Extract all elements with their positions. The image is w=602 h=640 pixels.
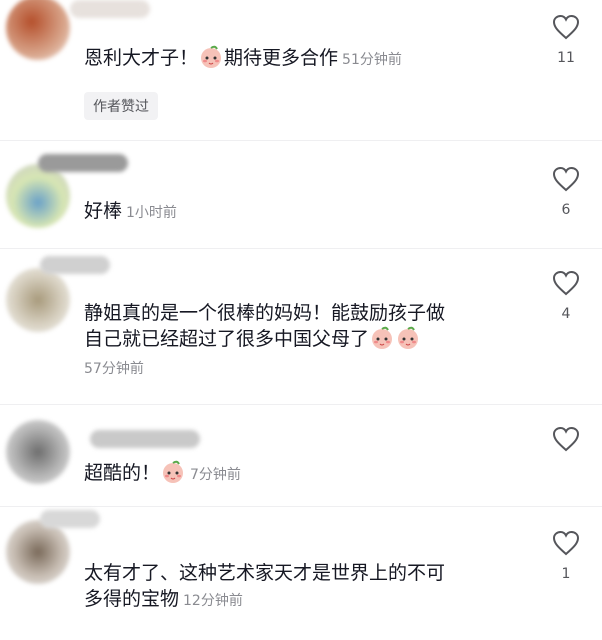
username-redacted[interactable]	[38, 154, 128, 172]
timestamp: 7分钟前	[190, 467, 241, 483]
like-button[interactable]: 6	[550, 166, 582, 218]
like-button[interactable]	[550, 426, 582, 462]
heart-icon	[552, 270, 580, 296]
avatar[interactable]	[6, 520, 70, 584]
divider	[0, 140, 602, 141]
like-count: 4	[561, 306, 571, 322]
peach-face-emoji	[372, 326, 393, 349]
timestamp: 1小时前	[126, 205, 177, 221]
username-redacted[interactable]	[70, 0, 150, 18]
like-count: 6	[561, 202, 571, 218]
author-liked-badge: 作者赞过	[84, 92, 158, 120]
divider	[0, 248, 602, 249]
username-redacted[interactable]	[40, 256, 110, 274]
comment-text: 超酷的！ 7分钟前	[84, 460, 241, 484]
divider	[0, 506, 602, 507]
avatar[interactable]	[6, 268, 70, 332]
heart-icon	[552, 530, 580, 556]
username-redacted[interactable]	[90, 430, 200, 448]
like-button[interactable]: 11	[550, 14, 582, 66]
avatar[interactable]	[6, 420, 70, 484]
heart-icon	[552, 426, 580, 452]
like-count: 1	[561, 566, 571, 582]
divider	[0, 404, 602, 405]
peach-face-emoji	[163, 460, 184, 483]
comment-text: 恩利大才子！ 期待更多合作 51分钟前	[84, 45, 402, 69]
like-button[interactable]: 4	[550, 270, 582, 322]
comment-text: 好棒 1小时前	[84, 200, 177, 222]
like-count: 11	[557, 50, 575, 66]
heart-icon	[552, 166, 580, 192]
peach-face-emoji	[398, 326, 419, 349]
heart-icon	[552, 14, 580, 40]
comment-text: 静姐真的是一个很棒的妈妈！能鼓励孩子做 自己就已经超过了很多中国父母了 57分钟…	[84, 300, 514, 382]
username-redacted[interactable]	[40, 510, 100, 528]
avatar[interactable]	[6, 0, 70, 60]
avatar[interactable]	[6, 164, 70, 228]
like-button[interactable]: 1	[550, 530, 582, 582]
peach-face-emoji	[201, 45, 222, 68]
timestamp: 12分钟前	[183, 593, 243, 609]
timestamp: 51分钟前	[342, 52, 402, 68]
timestamp: 57分钟前	[84, 361, 144, 377]
comment-text: 太有才了、这种艺术家天才是世界上的不可 多得的宝物 12分钟前	[84, 562, 446, 610]
